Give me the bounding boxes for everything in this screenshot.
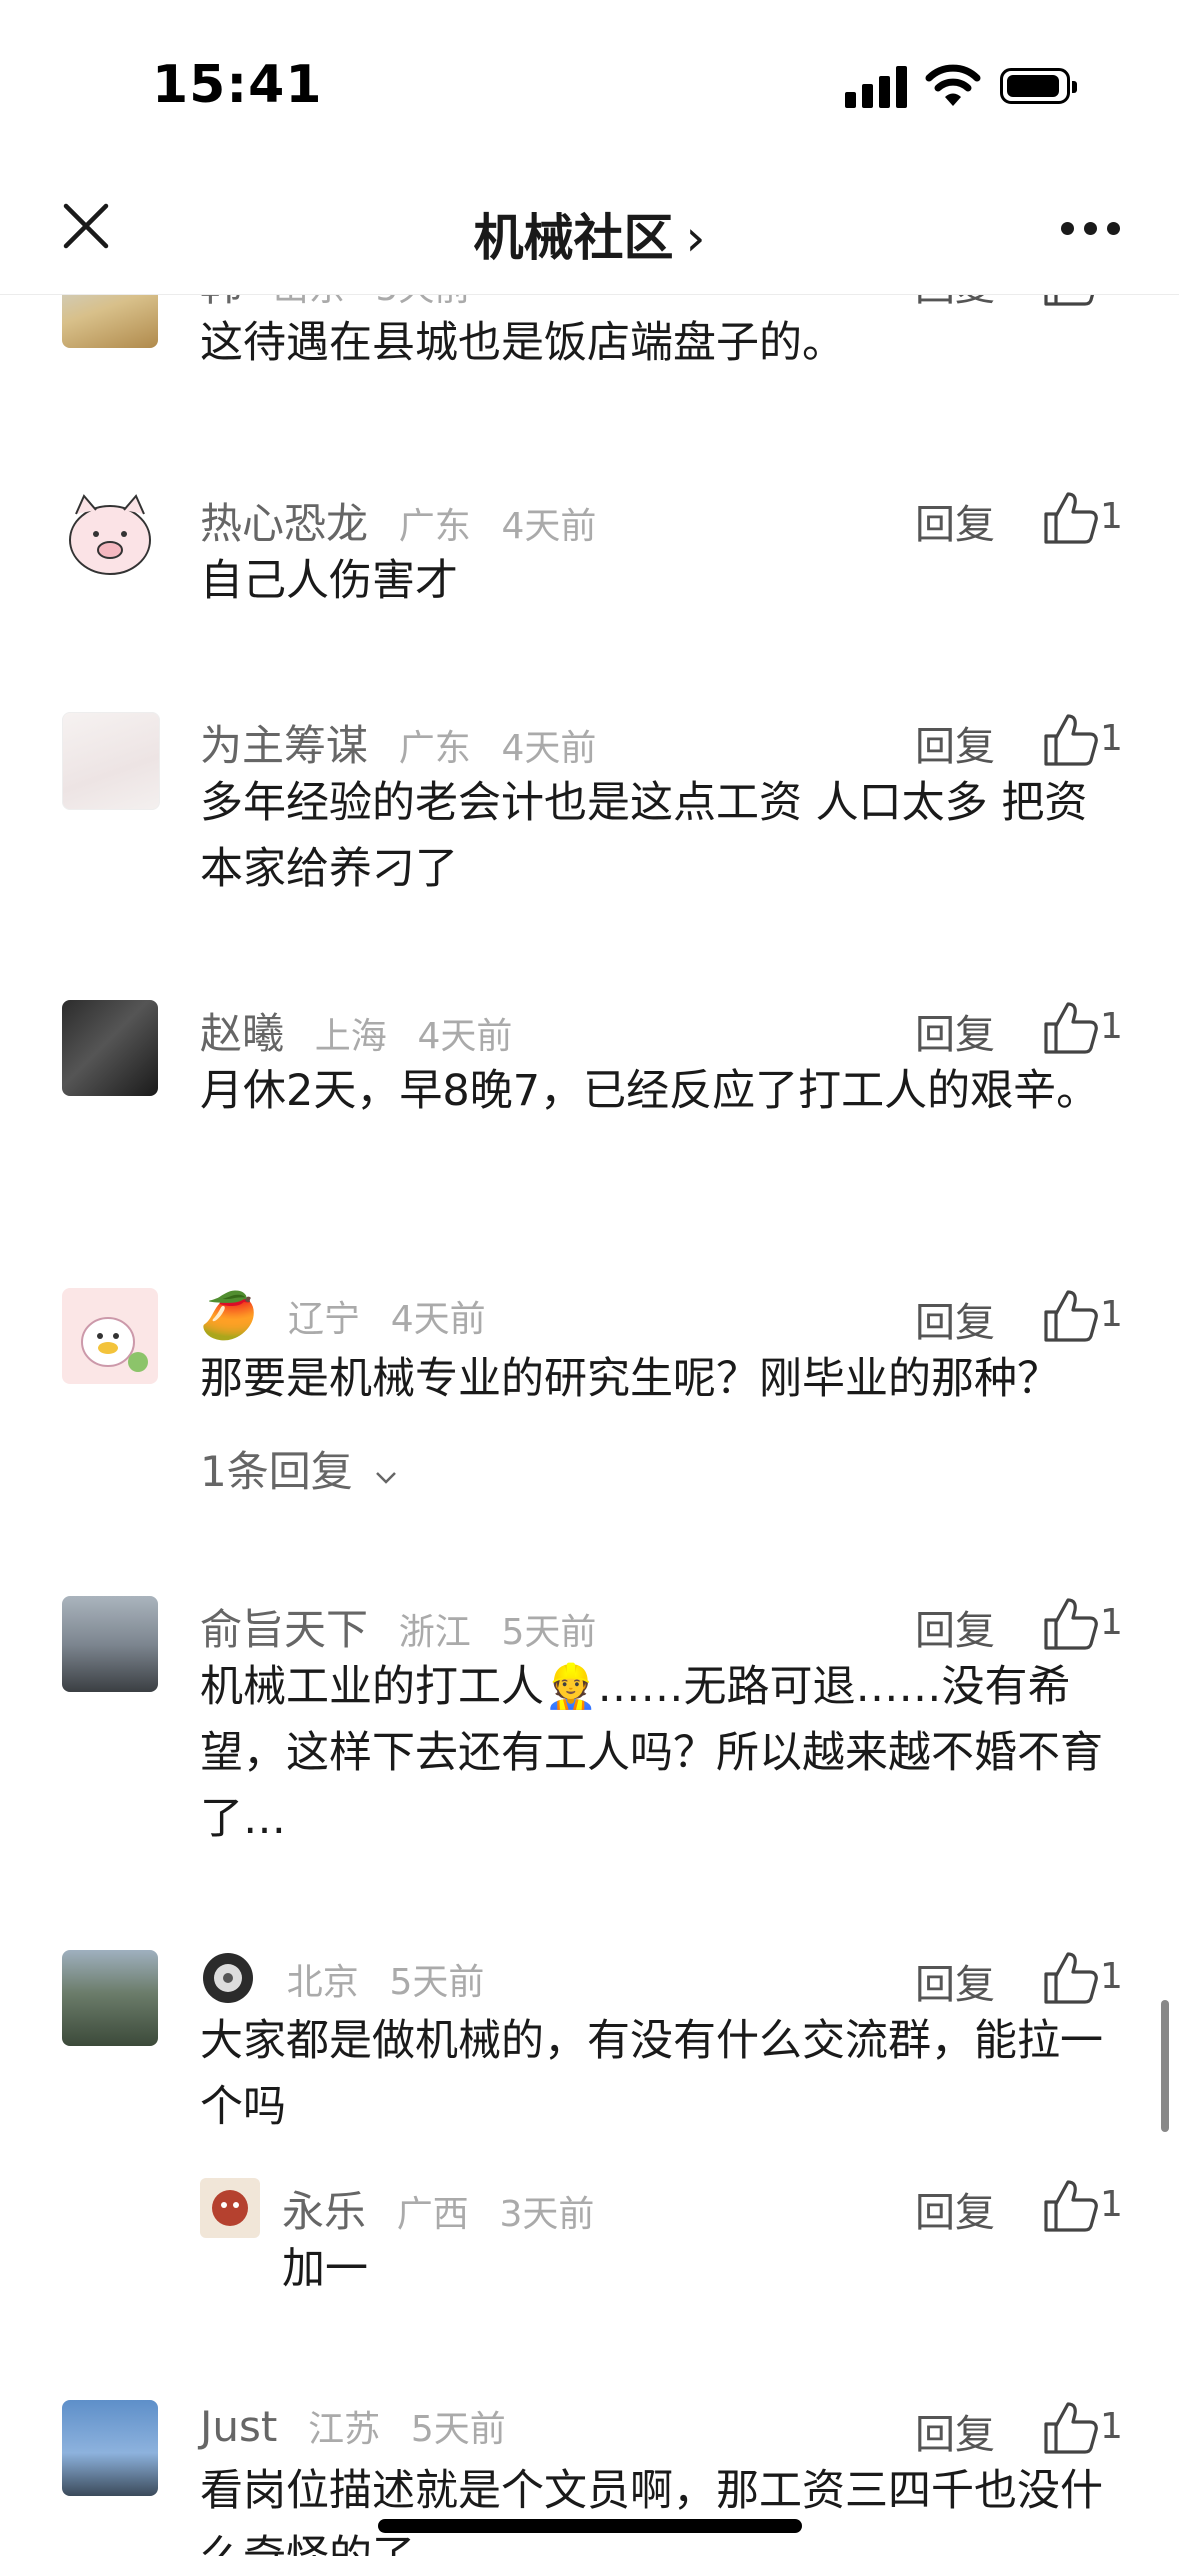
comment-meta: 韩 山东 5天前 (200, 294, 470, 310)
community-title-text: 机械社区 (473, 209, 674, 267)
comment-meta: 北京 5天前 (200, 1950, 484, 2006)
reply-button[interactable]: 回复 (915, 2180, 995, 2238)
comment-location: 山东 (273, 294, 345, 309)
thumbs-up-icon[interactable] (1040, 1288, 1100, 1344)
like-count: 1 (1100, 2184, 1123, 2225)
comment-text: 大家都是做机械的，有没有什么交流群，能拉一个吗 (200, 2016, 1103, 2132)
wifi-icon (925, 64, 981, 106)
reply-button[interactable]: 回复 (915, 1598, 995, 1656)
comment-text: 这待遇在县城也是饭店端盘子的。 (200, 318, 845, 368)
comment-location: 江苏 (308, 2409, 381, 2450)
reply-button[interactable]: 回复 (915, 1290, 995, 1348)
comment-meta: 赵曦 上海 4天前 (200, 1000, 513, 1058)
dark-photo-avatar[interactable] (62, 1000, 158, 1096)
blossom-photo-avatar[interactable] (62, 712, 160, 810)
comment-text: 自己人伤害才 (200, 556, 458, 606)
comment-meta: 热心恐龙 广东 4天前 (200, 490, 597, 548)
comment-location: 浙江 (398, 1612, 471, 1653)
status-bar: 15:41 (0, 0, 1179, 170)
thumbs-up-icon[interactable] (1040, 2400, 1100, 2456)
comment-meta: 为主筹谋 广东 4天前 (200, 712, 597, 770)
thumbs-up-icon[interactable] (1040, 1000, 1100, 1056)
comment-text: 月休2天，早8晚7，已经反应了打工人的艰辛。 (200, 1066, 1100, 1116)
comment-time: 4天前 (390, 1299, 486, 1340)
comment-time: 4天前 (417, 1016, 513, 1057)
like-count: 1 (1100, 1006, 1123, 1047)
thumbs-up-icon[interactable] (1040, 490, 1100, 546)
pig-cartoon-avatar[interactable] (62, 490, 158, 586)
reply-button[interactable]: 回复 (915, 492, 995, 550)
reply-text: 加一 (282, 2244, 368, 2294)
duck-cartoon-avatar[interactable] (62, 1288, 158, 1384)
reply-meta: 永乐 广西 3天前 (282, 2178, 595, 2236)
comment-time: 4天前 (501, 506, 597, 547)
comment-location: 广东 (398, 506, 471, 547)
reply-location: 广西 (396, 2194, 469, 2235)
comment-location: 广东 (398, 728, 471, 769)
thumbs-up-icon[interactable] (1040, 1950, 1100, 2006)
like-count: 1 (1100, 1956, 1123, 1997)
comment-time: 5天前 (375, 294, 470, 309)
thumbs-up-icon[interactable] (1040, 2178, 1100, 2234)
reply-button[interactable]: 回复 (915, 2402, 995, 2460)
reply-time: 3天前 (499, 2194, 595, 2235)
reply-button[interactable]: 回复 (915, 714, 995, 772)
like-count: 1 (1100, 2406, 1123, 2447)
comment-text: 那要是机械专业的研究生呢？刚毕业的那种？ (200, 1354, 1060, 1404)
comment-author[interactable]: Just (200, 2402, 277, 2451)
home-indicator[interactable] (378, 2519, 802, 2533)
like-count: 1 (1100, 1294, 1123, 1335)
battery-icon (1000, 68, 1077, 104)
like-count: 1 (1100, 718, 1123, 759)
comment-meta: 🥭 辽宁 4天前 (200, 1288, 486, 1344)
comment-author[interactable]: 赵曦 (200, 1009, 284, 1058)
chevron-down-icon (376, 1472, 396, 1484)
comment-text: 多年经验的老会计也是这点工资 人口太多 把资本家给养刁了 (200, 778, 1088, 894)
mountain-photo-avatar[interactable] (62, 1950, 158, 2046)
kid-photo-avatar[interactable] (62, 294, 158, 348)
comment-time: 5天前 (410, 2409, 506, 2450)
comment-time: 5天前 (389, 1962, 485, 2003)
cartoon-small-avatar[interactable] (200, 2178, 260, 2238)
comment-text: 看岗位描述就是个文员啊，那工资三四千也没什么奇怪的了 (200, 2466, 1103, 2556)
nav-bar: 机械社区 › (0, 170, 1179, 295)
expand-replies-button[interactable]: 1条回复 (200, 1438, 398, 1499)
comment-location: 北京 (286, 1962, 359, 2003)
comment-meta: 俞旨天下 浙江 5天前 (200, 1596, 597, 1654)
like-count: 1 (1100, 1602, 1123, 1643)
comment-time: 4天前 (501, 728, 597, 769)
chevron-right-icon: › (685, 209, 706, 267)
comment-location: 上海 (314, 1016, 387, 1057)
status-time: 15:41 (152, 55, 323, 115)
comment-meta: Just 江苏 5天前 (200, 2400, 506, 2456)
comment-author[interactable]: 俞旨天下 (200, 1605, 368, 1654)
thumbs-up-icon[interactable] (1040, 1596, 1100, 1652)
cellular-signal-icon (845, 66, 907, 108)
tire-icon (203, 1953, 253, 2003)
comment-author[interactable]: 韩 (200, 294, 242, 310)
thumbs-up-icon[interactable] (1040, 294, 1100, 308)
reply-button[interactable]: 回复 (915, 1952, 995, 2010)
sky-photo-avatar[interactable] (62, 2400, 158, 2496)
comment-location: 辽宁 (288, 1299, 361, 1340)
thumbs-up-icon[interactable] (1040, 712, 1100, 768)
comment-list: 韩 山东 5天前 回复 2 这待遇在县城也是饭店端盘子的。 热心恐龙 广东 4天… (0, 294, 1179, 2556)
scrollbar[interactable] (1161, 2000, 1169, 2132)
comment-time: 5天前 (501, 1612, 597, 1653)
expand-replies-label: 1条回复 (200, 1447, 353, 1496)
comment-author[interactable]: 热心恐龙 (200, 499, 368, 548)
comment-author[interactable]: 为主筹谋 (200, 721, 368, 770)
comment-text: 机械工业的打工人👷……无路可退……没有希望，这样下去还有工人吗？所以越来越不婚不… (200, 1662, 1103, 1844)
reply-author[interactable]: 永乐 (282, 2187, 366, 2236)
like-count: 1 (1100, 496, 1123, 537)
community-title[interactable]: 机械社区 › (0, 198, 1179, 270)
mango-emoji: 🥭 (200, 1288, 258, 1342)
reply-button[interactable]: 回复 (915, 1002, 995, 1060)
motorcycle-photo-avatar[interactable] (62, 1596, 158, 1692)
more-options-icon[interactable] (1061, 222, 1121, 236)
